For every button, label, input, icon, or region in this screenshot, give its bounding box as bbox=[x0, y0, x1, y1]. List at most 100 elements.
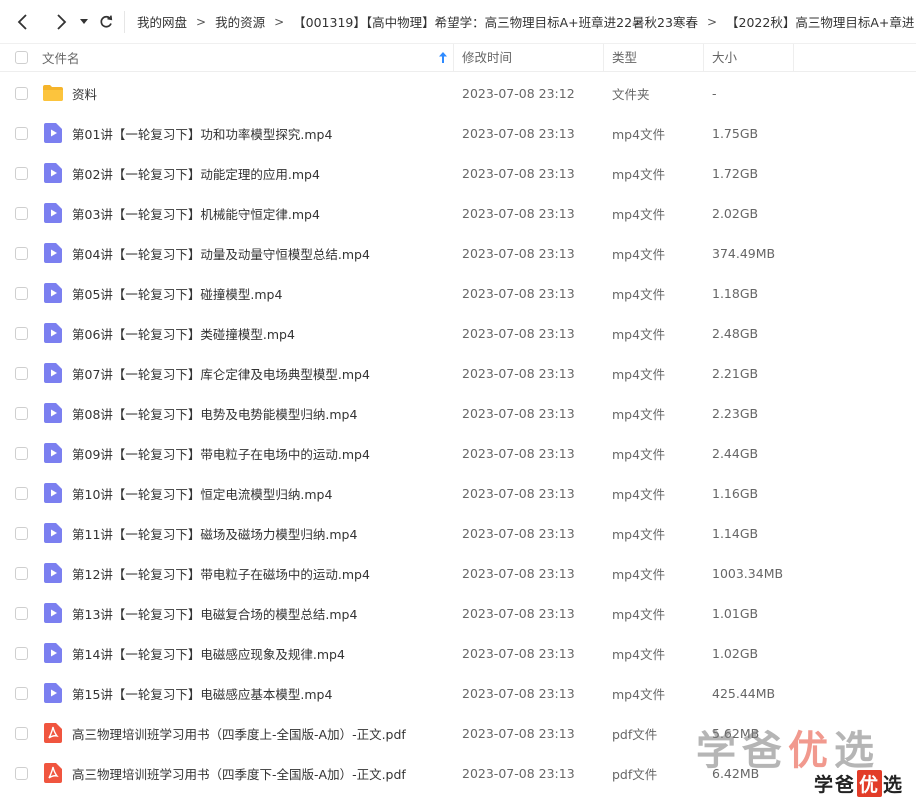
column-header-name-label: 文件名 bbox=[42, 51, 80, 66]
row-checkbox-cell bbox=[0, 606, 42, 620]
column-header-type[interactable]: 类型 bbox=[604, 43, 704, 72]
file-name[interactable]: 第08讲【一轮复习下】电势及电势能模型归纳.mp4 bbox=[72, 404, 357, 423]
file-name-cell: 资料 bbox=[42, 82, 454, 104]
column-header-time[interactable]: 修改时间 bbox=[454, 43, 604, 72]
file-name[interactable]: 第03讲【一轮复习下】机械能守恒定律.mp4 bbox=[72, 204, 320, 223]
file-name[interactable]: 第13讲【一轮复习下】电磁复合场的模型总结.mp4 bbox=[72, 604, 357, 623]
file-name-cell: 第04讲【一轮复习下】动量及动量守恒模型总结.mp4 bbox=[42, 242, 454, 264]
file-row[interactable]: 第05讲【一轮复习下】碰撞模型.mp4 2023-07-08 23:13 mp4文件… bbox=[0, 273, 916, 313]
file-name[interactable]: 第01讲【一轮复习下】功和功率模型探究.mp4 bbox=[72, 124, 332, 143]
row-checkbox[interactable] bbox=[14, 486, 28, 500]
file-row[interactable]: 第08讲【一轮复习下】电势及电势能模型归纳.mp4 2023-07-08 23:1… bbox=[0, 393, 916, 433]
file-name[interactable]: 第02讲【一轮复习下】动能定理的应用.mp4 bbox=[72, 164, 320, 183]
file-row[interactable]: 第06讲【一轮复习下】类碰撞模型.mp4 2023-07-08 23:13 mp4文… bbox=[0, 313, 916, 353]
row-checkbox[interactable] bbox=[14, 606, 28, 620]
file-name[interactable]: 高三物理培训班学习用书（四季度上-全国版-A加）-正文.pdf bbox=[72, 724, 406, 743]
logo-text: 选 bbox=[882, 774, 904, 796]
select-all-checkbox[interactable] bbox=[14, 51, 28, 64]
file-name[interactable]: 资料 bbox=[72, 84, 97, 103]
row-checkbox[interactable] bbox=[14, 326, 28, 340]
file-type: pdf文件 bbox=[612, 726, 658, 742]
row-checkbox-cell bbox=[0, 726, 42, 740]
file-type: mp4文件 bbox=[612, 366, 666, 382]
video-file-icon bbox=[42, 362, 64, 384]
file-name[interactable]: 第06讲【一轮复习下】类碰撞模型.mp4 bbox=[72, 324, 295, 343]
file-row[interactable]: 第01讲【一轮复习下】功和功率模型探究.mp4 2023-07-08 23:13 m… bbox=[0, 113, 916, 153]
file-type: mp4文件 bbox=[612, 566, 666, 582]
file-row[interactable]: 第03讲【一轮复习下】机械能守恒定律.mp4 2023-07-08 23:13 mp… bbox=[0, 193, 916, 233]
file-name-cell: 高三物理培训班学习用书（四季度下-全国版-A加）-正文.pdf bbox=[42, 762, 454, 784]
file-row[interactable]: 高三物理培训班学习用书（四季度上-全国版-A加）-正文.pdf 2023-07-0… bbox=[0, 713, 916, 753]
file-row[interactable]: 第14讲【一轮复习下】电磁感应现象及规律.mp4 2023-07-08 23:13… bbox=[0, 633, 916, 673]
history-dropdown-button[interactable] bbox=[76, 7, 92, 37]
forward-button[interactable] bbox=[46, 7, 76, 37]
file-name[interactable]: 第04讲【一轮复习下】动量及动量守恒模型总结.mp4 bbox=[72, 244, 370, 263]
video-file-icon bbox=[42, 322, 64, 344]
file-modified-time: 2023-07-08 23:13 bbox=[462, 365, 575, 381]
row-checkbox-cell bbox=[0, 646, 42, 660]
file-size: 1.16GB bbox=[712, 485, 759, 501]
row-checkbox[interactable] bbox=[14, 646, 28, 660]
row-checkbox[interactable] bbox=[14, 246, 28, 260]
row-checkbox[interactable] bbox=[14, 406, 28, 420]
back-button[interactable] bbox=[8, 7, 38, 37]
file-size: 5.62MB bbox=[712, 725, 760, 741]
file-row[interactable]: 第13讲【一轮复习下】电磁复合场的模型总结.mp4 2023-07-08 23:1… bbox=[0, 593, 916, 633]
file-name[interactable]: 第14讲【一轮复习下】电磁感应现象及规律.mp4 bbox=[72, 644, 345, 663]
file-row[interactable]: 第10讲【一轮复习下】恒定电流模型归纳.mp4 2023-07-08 23:13 m… bbox=[0, 473, 916, 513]
file-row[interactable]: 第04讲【一轮复习下】动量及动量守恒模型总结.mp4 2023-07-08 23:… bbox=[0, 233, 916, 273]
file-name-cell: 第03讲【一轮复习下】机械能守恒定律.mp4 bbox=[42, 202, 454, 224]
file-name[interactable]: 第05讲【一轮复习下】碰撞模型.mp4 bbox=[72, 284, 282, 303]
file-row[interactable]: 第07讲【一轮复习下】库仑定律及电场典型模型.mp4 2023-07-08 23:… bbox=[0, 353, 916, 393]
file-name[interactable]: 高三物理培训班学习用书（四季度下-全国版-A加）-正文.pdf bbox=[72, 764, 406, 783]
file-row[interactable]: 第09讲【一轮复习下】带电粒子在电场中的运动.mp4 2023-07-08 23:… bbox=[0, 433, 916, 473]
row-checkbox[interactable] bbox=[14, 446, 28, 460]
column-header-size[interactable]: 大小 bbox=[704, 43, 794, 72]
breadcrumb-separator-icon: > bbox=[706, 14, 718, 29]
file-type: mp4文件 bbox=[612, 246, 666, 262]
file-name[interactable]: 第12讲【一轮复习下】带电粒子在磁场中的运动.mp4 bbox=[72, 564, 370, 583]
refresh-button[interactable] bbox=[94, 7, 118, 37]
file-row[interactable]: 第02讲【一轮复习下】动能定理的应用.mp4 2023-07-08 23:13 mp… bbox=[0, 153, 916, 193]
row-checkbox[interactable] bbox=[14, 526, 28, 540]
file-name[interactable]: 第15讲【一轮复习下】电磁感应基本模型.mp4 bbox=[72, 684, 332, 703]
row-checkbox-cell bbox=[0, 526, 42, 540]
breadcrumb-item[interactable]: 【001319】【高中物理】希望学：高三物理目标A+班章进22暑秋23寒春 bbox=[293, 12, 698, 31]
breadcrumb-item[interactable]: 我的网盘 bbox=[137, 12, 187, 31]
file-name-cell: 第14讲【一轮复习下】电磁感应现象及规律.mp4 bbox=[42, 642, 454, 664]
row-checkbox[interactable] bbox=[14, 726, 28, 740]
file-row[interactable]: 第15讲【一轮复习下】电磁感应基本模型.mp4 2023-07-08 23:13 m… bbox=[0, 673, 916, 713]
row-checkbox-cell bbox=[0, 406, 42, 420]
file-name[interactable]: 第07讲【一轮复习下】库仑定律及电场典型模型.mp4 bbox=[72, 364, 370, 383]
file-row[interactable]: 高三物理培训班学习用书（四季度下-全国版-A加）-正文.pdf 2023-07-0… bbox=[0, 753, 916, 793]
row-checkbox[interactable] bbox=[14, 686, 28, 700]
row-checkbox[interactable] bbox=[14, 166, 28, 180]
row-checkbox[interactable] bbox=[14, 286, 28, 300]
file-type: mp4文件 bbox=[612, 646, 666, 662]
file-name[interactable]: 第09讲【一轮复习下】带电粒子在电场中的运动.mp4 bbox=[72, 444, 370, 463]
file-name[interactable]: 第10讲【一轮复习下】恒定电流模型归纳.mp4 bbox=[72, 484, 332, 503]
row-checkbox-cell bbox=[0, 446, 42, 460]
sort-ascending-icon[interactable] bbox=[439, 52, 447, 63]
toolbar-divider bbox=[124, 10, 125, 33]
file-name-cell: 高三物理培训班学习用书（四季度上-全国版-A加）-正文.pdf bbox=[42, 722, 454, 744]
row-checkbox[interactable] bbox=[14, 86, 28, 100]
video-file-icon bbox=[42, 122, 64, 144]
file-name[interactable]: 第11讲【一轮复习下】磁场及磁场力模型归纳.mp4 bbox=[72, 524, 357, 543]
video-file-icon bbox=[42, 522, 64, 544]
file-modified-time: 2023-07-08 23:13 bbox=[462, 725, 575, 741]
row-checkbox[interactable] bbox=[14, 126, 28, 140]
file-size: 2.02GB bbox=[712, 205, 759, 221]
breadcrumb-item[interactable]: 【2022秋】高三物理目标A+章进【完结】 bbox=[726, 12, 916, 31]
breadcrumb-item[interactable]: 我的资源 bbox=[215, 12, 265, 31]
row-checkbox[interactable] bbox=[14, 566, 28, 580]
row-checkbox[interactable] bbox=[14, 366, 28, 380]
file-row[interactable]: 第11讲【一轮复习下】磁场及磁场力模型归纳.mp4 2023-07-08 23:1… bbox=[0, 513, 916, 553]
row-checkbox[interactable] bbox=[14, 206, 28, 220]
file-modified-time: 2023-07-08 23:13 bbox=[462, 645, 575, 661]
file-row[interactable]: 资料 2023-07-08 23:12 文件夹 - bbox=[0, 73, 916, 113]
column-header-name[interactable]: 文件名 bbox=[42, 43, 454, 72]
row-checkbox[interactable] bbox=[14, 766, 28, 780]
file-size: 2.23GB bbox=[712, 405, 759, 421]
file-row[interactable]: 第12讲【一轮复习下】带电粒子在磁场中的运动.mp4 2023-07-08 23:… bbox=[0, 553, 916, 593]
